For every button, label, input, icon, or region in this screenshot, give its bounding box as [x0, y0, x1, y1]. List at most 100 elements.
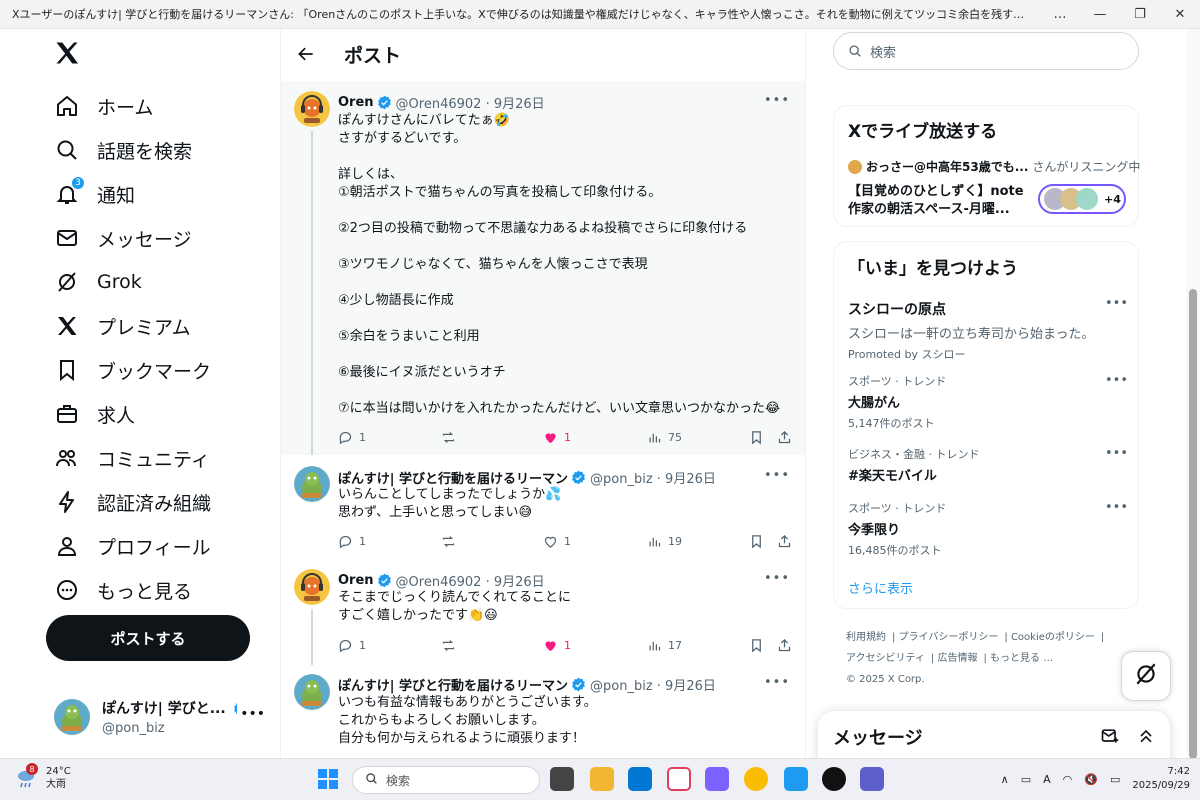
- taskbar-search[interactable]: 検索: [352, 766, 540, 794]
- ime-indicator[interactable]: A: [1043, 773, 1051, 786]
- author-name[interactable]: ぽんすけ| 学びと行動を届けるリーマン: [338, 675, 568, 694]
- back-arrow-icon[interactable]: [289, 37, 323, 71]
- more-options-icon[interactable]: •••: [764, 675, 790, 690]
- more-options-icon[interactable]: •••: [1105, 500, 1128, 515]
- more-options-icon[interactable]: •••: [1105, 446, 1128, 461]
- nav-item-grok[interactable]: Grok: [53, 262, 142, 302]
- retweet-button[interactable]: [441, 534, 462, 549]
- footer-link[interactable]: 広告情報: [937, 653, 977, 664]
- reply-button[interactable]: 1: [338, 638, 366, 653]
- footer-link[interactable]: もっと見る …: [990, 653, 1053, 664]
- nav-item-communities[interactable]: コミュニティ: [53, 438, 210, 478]
- weather-widget[interactable]: 8 24°C 大雨: [14, 763, 71, 791]
- nav-item-verified-orgs[interactable]: 認証済み組織: [53, 482, 211, 522]
- close-button[interactable]: ✕: [1160, 0, 1200, 29]
- share-button[interactable]: [777, 430, 792, 445]
- nav-item-explore[interactable]: 話題を検索: [53, 130, 192, 170]
- window-menu-button[interactable]: …: [1040, 0, 1080, 29]
- nav-item-more[interactable]: もっと見る: [53, 570, 192, 610]
- trend-item[interactable]: スポーツ · トレンド 今季限り 16,485件のポスト •••: [848, 500, 1128, 558]
- music-app-icon[interactable]: [667, 767, 691, 791]
- nav-label: ブックマーク: [97, 360, 212, 383]
- maximize-button[interactable]: ❐: [1120, 0, 1160, 29]
- audio-app-icon[interactable]: [822, 767, 846, 791]
- tweet[interactable]: Oren @Oren46902 · 9月26日 ••• そこまでじっくり読んでく…: [281, 561, 805, 665]
- browser-app-icon[interactable]: [784, 767, 808, 791]
- clock[interactable]: 7:42 2025/09/29: [1132, 765, 1190, 793]
- avatar[interactable]: [294, 569, 330, 605]
- retweet-button[interactable]: [441, 430, 462, 445]
- minimize-button[interactable]: —: [1080, 0, 1120, 29]
- trend-item[interactable]: スポーツ · トレンド 大腸がん 5,147件のポスト •••: [848, 373, 1128, 431]
- more-options-icon[interactable]: •••: [1105, 296, 1128, 311]
- tweet[interactable]: ぽんすけ| 学びと行動を届けるリーマン @pon_biz · 9月26日 •••…: [281, 665, 805, 758]
- tweet[interactable]: ぽんすけ| 学びと行動を届けるリーマン @pon_biz · 9月26日 •••…: [281, 456, 805, 560]
- account-switcher[interactable]: ぽんすけ| 学びと... @pon_biz •••: [54, 694, 269, 740]
- author-name[interactable]: Oren: [338, 573, 374, 588]
- author-name[interactable]: Oren: [338, 95, 374, 110]
- footer-link[interactable]: プライバシーポリシー: [899, 632, 999, 643]
- nav-item-premium[interactable]: プレミアム: [53, 306, 191, 346]
- bookmark-button[interactable]: [749, 638, 764, 653]
- show-more-link[interactable]: さらに表示: [848, 578, 913, 597]
- avatar[interactable]: [294, 466, 330, 502]
- author-name[interactable]: ぽんすけ| 学びと行動を届けるリーマン: [338, 468, 568, 487]
- wifi-icon[interactable]: ◠: [1063, 773, 1073, 786]
- account-more-icon[interactable]: •••: [240, 706, 265, 722]
- collapse-up-icon[interactable]: [1136, 726, 1156, 746]
- m365-copilot-icon[interactable]: [705, 767, 729, 791]
- chevron-up-icon[interactable]: ∧: [1001, 773, 1009, 786]
- battery-icon[interactable]: ▭: [1110, 773, 1120, 786]
- trend-item[interactable]: ビジネス・金融 · トレンド #楽天モバイル •••: [848, 446, 1128, 484]
- footer-link[interactable]: 利用規約: [846, 632, 886, 643]
- microsoft-store-icon[interactable]: [628, 767, 652, 791]
- scrollbar-thumb[interactable]: [1189, 289, 1197, 759]
- like-button[interactable]: 1: [543, 430, 571, 445]
- nav-item-profile[interactable]: プロフィール: [53, 526, 211, 566]
- retweet-button[interactable]: [441, 638, 462, 653]
- volume-mute-icon[interactable]: 🔇: [1084, 773, 1098, 786]
- views-button[interactable]: 75: [647, 430, 682, 445]
- live-host-row[interactable]: おっさー@中高年53歳でも... さんがリスニング中: [848, 158, 1140, 175]
- more-options-icon[interactable]: •••: [764, 468, 790, 483]
- file-explorer-icon[interactable]: [590, 767, 614, 791]
- reply-button[interactable]: 1: [338, 534, 366, 549]
- tweet[interactable]: Oren @Oren46902 · 9月26日 ••• ぽんすけさんにバレてたぁ…: [281, 81, 805, 455]
- views-button[interactable]: 17: [647, 638, 682, 653]
- avatar[interactable]: [294, 91, 330, 127]
- nav-item-bookmarks[interactable]: ブックマーク: [53, 350, 211, 390]
- search-input[interactable]: 検索: [833, 32, 1139, 70]
- views-button[interactable]: 19: [647, 534, 682, 549]
- more-circle-icon: [53, 576, 81, 604]
- keyboard-icon[interactable]: ▭: [1021, 773, 1031, 786]
- post-button[interactable]: ポストする: [46, 615, 250, 661]
- nav-item-messages[interactable]: メッセージ: [53, 218, 192, 258]
- like-button[interactable]: 1: [543, 638, 571, 653]
- nav-item-home[interactable]: ホーム: [53, 86, 153, 126]
- share-button[interactable]: [777, 534, 792, 549]
- like-button[interactable]: 1: [543, 534, 571, 549]
- footer-link[interactable]: アクセシビリティ: [846, 653, 925, 664]
- listeners-pill[interactable]: +4: [1038, 184, 1126, 214]
- share-button[interactable]: [777, 638, 792, 653]
- footer-link[interactable]: Cookieのポリシー: [1011, 632, 1095, 643]
- nav-item-jobs[interactable]: 求人: [53, 394, 135, 434]
- space-title[interactable]: 【目覚めのひとしずく】note 作家の朝活スペース-月曜...: [848, 183, 1024, 219]
- bookmark-button[interactable]: [749, 534, 764, 549]
- windows-start-icon[interactable]: [316, 767, 340, 791]
- chrome-icon[interactable]: [744, 767, 768, 791]
- more-options-icon[interactable]: •••: [1105, 373, 1128, 388]
- page-scrollbar[interactable]: [1186, 29, 1200, 759]
- more-options-icon[interactable]: •••: [764, 571, 790, 586]
- teams-icon[interactable]: [860, 767, 884, 791]
- promoted-trend[interactable]: スシローの原点 スシローは一軒の立ち寿司から始まった。 Promoted by …: [848, 296, 1128, 362]
- task-view-icon[interactable]: [550, 767, 574, 791]
- more-options-icon[interactable]: •••: [764, 93, 790, 108]
- nav-item-notifications[interactable]: 3 通知: [53, 174, 135, 214]
- grok-button[interactable]: [1121, 651, 1171, 701]
- x-logo-icon[interactable]: [53, 39, 83, 69]
- reply-button[interactable]: 1: [338, 430, 366, 445]
- new-message-icon[interactable]: [1100, 726, 1120, 746]
- avatar[interactable]: [294, 674, 330, 710]
- bookmark-button[interactable]: [749, 430, 764, 445]
